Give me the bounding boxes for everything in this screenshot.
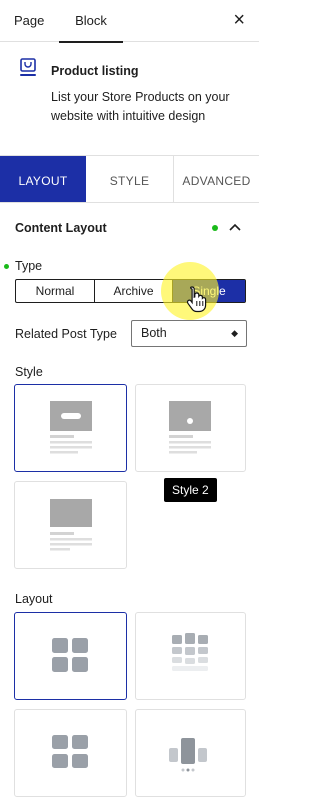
related-post-type-select[interactable]: Both ◆	[131, 320, 247, 347]
tab-page[interactable]: Page	[14, 0, 44, 42]
sidebar-tabs: Page Block ×	[0, 0, 259, 43]
layout-label: Layout	[15, 592, 53, 606]
close-icon[interactable]: ×	[233, 8, 245, 32]
style-2-preview-icon	[169, 401, 211, 454]
tab-block-label: Block	[75, 13, 107, 28]
tab-style[interactable]: STYLE	[86, 156, 174, 202]
layout-option-grid[interactable]	[14, 612, 127, 700]
block-description: List your Store Products on your website…	[51, 90, 230, 123]
tab-layout[interactable]: LAYOUT	[0, 156, 86, 202]
select-arrows-icon: ◆	[231, 328, 238, 338]
style-3-preview-icon	[50, 499, 92, 551]
masonry-layout-icon	[172, 633, 208, 671]
tab-block[interactable]: Block	[59, 0, 123, 43]
chevron-up-icon[interactable]	[229, 222, 241, 232]
panel-tabs: LAYOUT STYLE ADVANCED	[0, 155, 259, 203]
style-tooltip: Style 2	[164, 478, 217, 502]
type-option-normal[interactable]: Normal	[16, 280, 95, 302]
related-post-type-label: Related Post Type	[15, 327, 117, 341]
slider-layout-icon	[169, 738, 207, 772]
changed-indicator-dot	[212, 225, 218, 231]
list-layout-icon	[52, 735, 88, 768]
type-changed-dot	[4, 264, 9, 269]
style-label: Style	[15, 365, 43, 379]
hand-cursor-icon	[186, 286, 207, 313]
style-1-preview-icon	[50, 401, 92, 454]
type-label: Type	[15, 259, 43, 273]
grid-layout-icon	[52, 638, 88, 672]
style-option-2[interactable]	[135, 384, 246, 472]
style-option-1[interactable]	[14, 384, 127, 472]
product-icon	[20, 58, 36, 76]
layout-option-masonry[interactable]	[135, 612, 246, 700]
related-post-type-value: Both	[141, 326, 167, 340]
block-title: Product listing	[51, 64, 139, 78]
layout-option-list[interactable]	[14, 709, 127, 797]
tab-advanced[interactable]: ADVANCED	[174, 156, 259, 202]
style-option-3[interactable]	[14, 481, 127, 569]
layout-option-slider[interactable]	[135, 709, 246, 797]
content-layout-title[interactable]: Content Layout	[15, 221, 107, 235]
block-card: Product listing List your Store Products…	[0, 43, 259, 155]
